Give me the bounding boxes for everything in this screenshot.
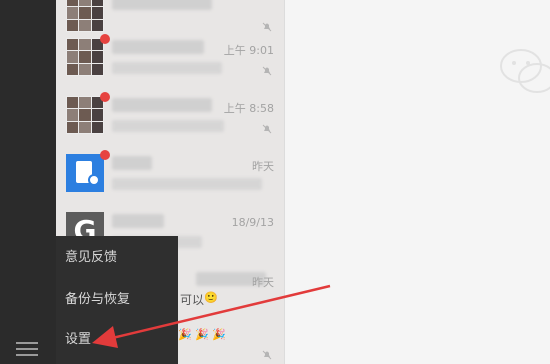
unread-badge xyxy=(100,150,110,160)
wechat-logo-icon xyxy=(500,49,550,93)
group-avatar xyxy=(66,0,104,32)
backup-restore-menu-item[interactable]: 备份与恢复 xyxy=(56,280,178,320)
mute-bell-icon xyxy=(262,66,272,76)
unread-badge xyxy=(100,34,110,44)
left-sidebar xyxy=(0,0,56,364)
chat-time: 昨天 xyxy=(252,160,274,173)
smile-emoji: 🙂 xyxy=(204,291,218,304)
blurred-chat-name xyxy=(112,98,212,112)
hamburger-menu-icon[interactable] xyxy=(16,342,38,356)
wechat-window: 上午 9:01 上午 8:58 昨天 G 18/9/13 可以 🙂 昨天 🎉 🎉… xyxy=(0,0,550,364)
unread-badge xyxy=(100,92,110,102)
chat-time: 18/9/13 xyxy=(231,216,274,229)
mute-bell-icon xyxy=(262,124,272,134)
message-preview-text: 可以 xyxy=(180,293,205,307)
party-emoji-row: 🎉 🎉 🎉 xyxy=(178,328,227,341)
mute-bell-icon xyxy=(262,350,272,360)
blurred-chat-name xyxy=(112,0,212,10)
settings-menu-popup: 意见反馈 备份与恢复 设置 xyxy=(56,236,178,364)
chat-item[interactable]: 上午 9:01 xyxy=(56,30,284,88)
file-transfer-avatar xyxy=(66,154,104,192)
blurred-chat-name xyxy=(112,214,164,228)
blurred-message-preview xyxy=(112,62,222,74)
main-panel xyxy=(285,0,550,364)
chat-item[interactable]: 昨天 xyxy=(56,146,284,204)
group-avatar xyxy=(66,38,104,76)
chat-time: 上午 8:58 xyxy=(223,102,274,115)
blurred-message-preview xyxy=(112,120,224,132)
blurred-chat-name xyxy=(112,40,204,54)
chat-time: 上午 9:01 xyxy=(223,44,274,57)
chat-time: 昨天 xyxy=(252,276,274,289)
settings-menu-item[interactable]: 设置 xyxy=(56,320,178,360)
blurred-message-preview xyxy=(112,178,262,190)
chat-item[interactable]: 上午 8:58 xyxy=(56,88,284,146)
feedback-menu-item[interactable]: 意见反馈 xyxy=(56,236,178,280)
blurred-chat-name xyxy=(112,156,152,170)
group-avatar xyxy=(66,96,104,134)
